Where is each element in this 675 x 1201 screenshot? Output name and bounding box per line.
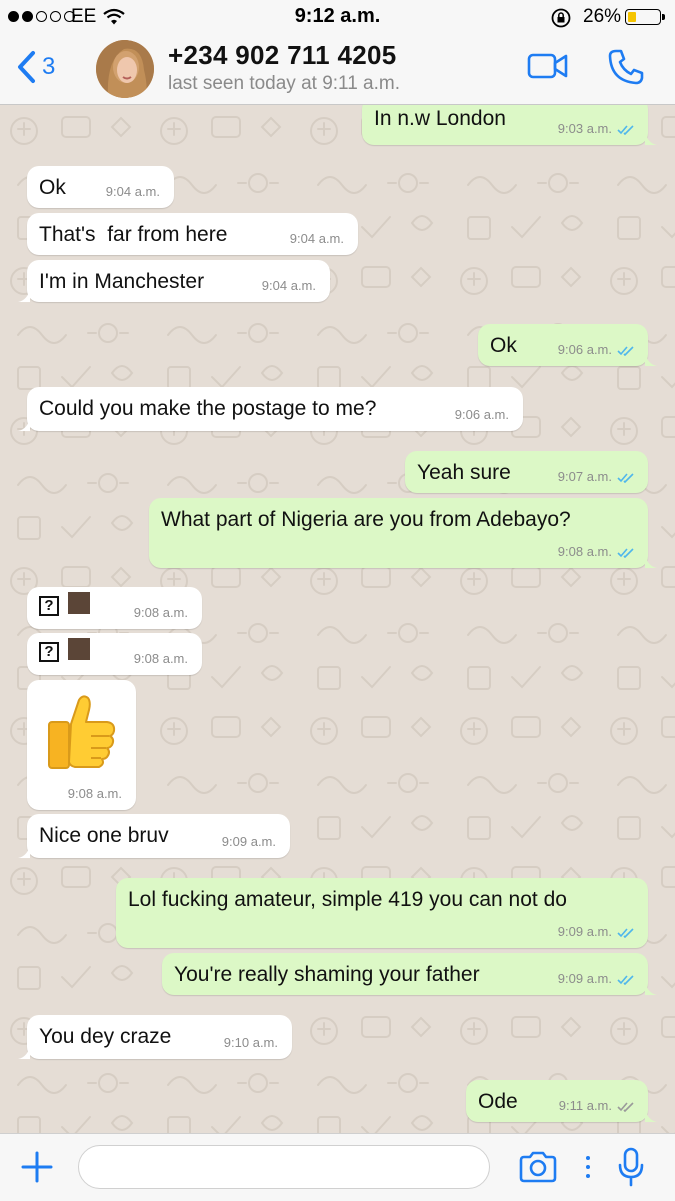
- unread-count: 3: [42, 53, 56, 80]
- bubble-tail: [645, 981, 657, 995]
- bubble-tail: [645, 1108, 657, 1122]
- message-text: Ok: [490, 334, 517, 357]
- message-text: Ode: [478, 1090, 518, 1113]
- message-text: You dey craze: [39, 1025, 172, 1048]
- message-time: 9:06 a.m.: [454, 407, 509, 422]
- message-outgoing[interactable]: Ok 9:06 a.m.: [478, 324, 657, 366]
- message-incoming[interactable]: You dey craze 9:10 a.m.: [18, 1015, 292, 1059]
- message-incoming[interactable]: ? 9:08 a.m.: [27, 587, 202, 629]
- plus-icon: [21, 1151, 53, 1183]
- contact-name[interactable]: +234 902 711 4205: [168, 40, 397, 71]
- bubble-tail: [645, 352, 657, 366]
- message-text: In n.w London: [374, 107, 506, 130]
- message-incoming[interactable]: That's far from here 9:04 a.m.: [27, 213, 358, 255]
- status-time: 9:12 a.m.: [294, 5, 381, 27]
- last-seen-status: last seen today at 9:11 a.m.: [168, 73, 401, 94]
- message-incoming[interactable]: Ok 9:04 a.m.: [27, 166, 174, 208]
- message-time: 9:04 a.m.: [289, 231, 344, 246]
- message-incoming[interactable]: Nice one bruv 9:09 a.m.: [18, 814, 290, 858]
- message-input[interactable]: [78, 1145, 490, 1189]
- composer-bar: [0, 1133, 675, 1201]
- read-ticks-icon: [617, 928, 634, 938]
- message-text: Could you make the postage to me?: [39, 397, 377, 420]
- more-options-icon[interactable]: [586, 1156, 590, 1178]
- bubble-tail: [18, 288, 30, 302]
- bubble-tail: [645, 131, 657, 145]
- battery-percentage: 26%: [583, 6, 622, 27]
- message-time: 9:10 a.m.: [223, 1035, 278, 1050]
- video-camera-icon: [527, 53, 568, 79]
- message-outgoing[interactable]: In n.w London 9:03 a.m.: [362, 105, 657, 145]
- message-incoming-sticker[interactable]: 9:08 a.m.: [27, 680, 136, 810]
- voice-note-button[interactable]: [618, 1147, 644, 1192]
- unsupported-emoji-icon: ?: [39, 596, 59, 616]
- contact-avatar[interactable]: [96, 40, 154, 98]
- bubble-tail: [645, 554, 657, 568]
- message-time: 9:09 a.m.: [221, 834, 276, 849]
- read-ticks-icon: [617, 548, 634, 558]
- bubble-tail: [18, 1045, 30, 1059]
- message-outgoing[interactable]: What part of Nigeria are you from Adebay…: [149, 498, 657, 568]
- delivered-ticks-icon: [617, 1102, 634, 1112]
- message-outgoing[interactable]: Yeah sure 9:07 a.m.: [405, 451, 648, 493]
- chevron-left-icon: [18, 51, 35, 83]
- message-text: You're really shaming your father: [174, 963, 480, 986]
- read-ticks-icon: [617, 473, 634, 483]
- phone-icon: [608, 49, 644, 85]
- message-outgoing[interactable]: Lol fucking amateur, simple 419 you can …: [116, 878, 648, 948]
- microphone-icon: [618, 1147, 644, 1187]
- message-time: 9:08 a.m.: [133, 605, 188, 620]
- back-button[interactable]: 3: [16, 50, 55, 84]
- bubble-tail: [18, 417, 30, 431]
- message-time: 9:11 a.m.: [558, 1098, 612, 1113]
- message-text: Nice one bruv: [39, 824, 169, 847]
- message-text: Yeah sure: [417, 461, 511, 484]
- rotation-lock-icon: [550, 7, 572, 35]
- message-time: 9:08 a.m.: [133, 651, 188, 666]
- read-ticks-icon: [617, 125, 634, 135]
- message-time: 9:08 a.m.: [67, 786, 122, 801]
- message-time: 9:09 a.m.: [557, 971, 612, 986]
- camera-button[interactable]: [518, 1151, 558, 1188]
- skin-tone-swatch: [68, 592, 90, 614]
- video-call-button[interactable]: [527, 52, 569, 85]
- message-text: Ok: [39, 176, 66, 199]
- message-time: 9:03 a.m.: [557, 121, 612, 136]
- message-time: 9:04 a.m.: [105, 184, 160, 199]
- message-time: 9:04 a.m.: [261, 278, 316, 293]
- message-time: 9:07 a.m.: [557, 469, 612, 484]
- message-incoming[interactable]: Could you make the postage to me? 9:06 a…: [18, 387, 523, 431]
- thumbs-up-icon: [48, 695, 116, 769]
- attach-button[interactable]: [21, 1151, 53, 1188]
- message-outgoing[interactable]: You're really shaming your father 9:09 a…: [162, 953, 657, 995]
- message-text: Lol fucking amateur, simple 419 you can …: [128, 888, 567, 911]
- message-incoming[interactable]: ? 9:08 a.m.: [27, 633, 202, 675]
- bubble-tail: [18, 844, 30, 858]
- battery-icon: [625, 9, 665, 25]
- message-list[interactable]: In n.w London 9:03 a.m. Ok 9:04 a.m. Tha…: [0, 105, 675, 1133]
- voice-call-button[interactable]: [607, 48, 645, 91]
- unsupported-emoji-icon: ?: [39, 642, 59, 662]
- message-outgoing[interactable]: Ode 9:11 a.m.: [466, 1080, 657, 1122]
- chat-header: 3 +234 902 711 4205 last seen today at 9…: [0, 34, 675, 105]
- message-time: 9:09 a.m.: [557, 924, 612, 939]
- message-text: I'm in Manchester: [39, 270, 205, 293]
- message-time: 9:08 a.m.: [557, 544, 612, 559]
- read-ticks-icon: [617, 975, 634, 985]
- message-text: What part of Nigeria are you from Adebay…: [161, 508, 571, 531]
- status-bar: EE 9:12 a.m. 26%: [0, 0, 675, 34]
- skin-tone-swatch: [68, 638, 90, 660]
- message-time: 9:06 a.m.: [557, 342, 612, 357]
- camera-icon: [519, 1151, 557, 1183]
- message-incoming[interactable]: I'm in Manchester 9:04 a.m.: [18, 260, 330, 302]
- message-text: That's far from here: [39, 223, 228, 246]
- read-ticks-icon: [617, 346, 634, 356]
